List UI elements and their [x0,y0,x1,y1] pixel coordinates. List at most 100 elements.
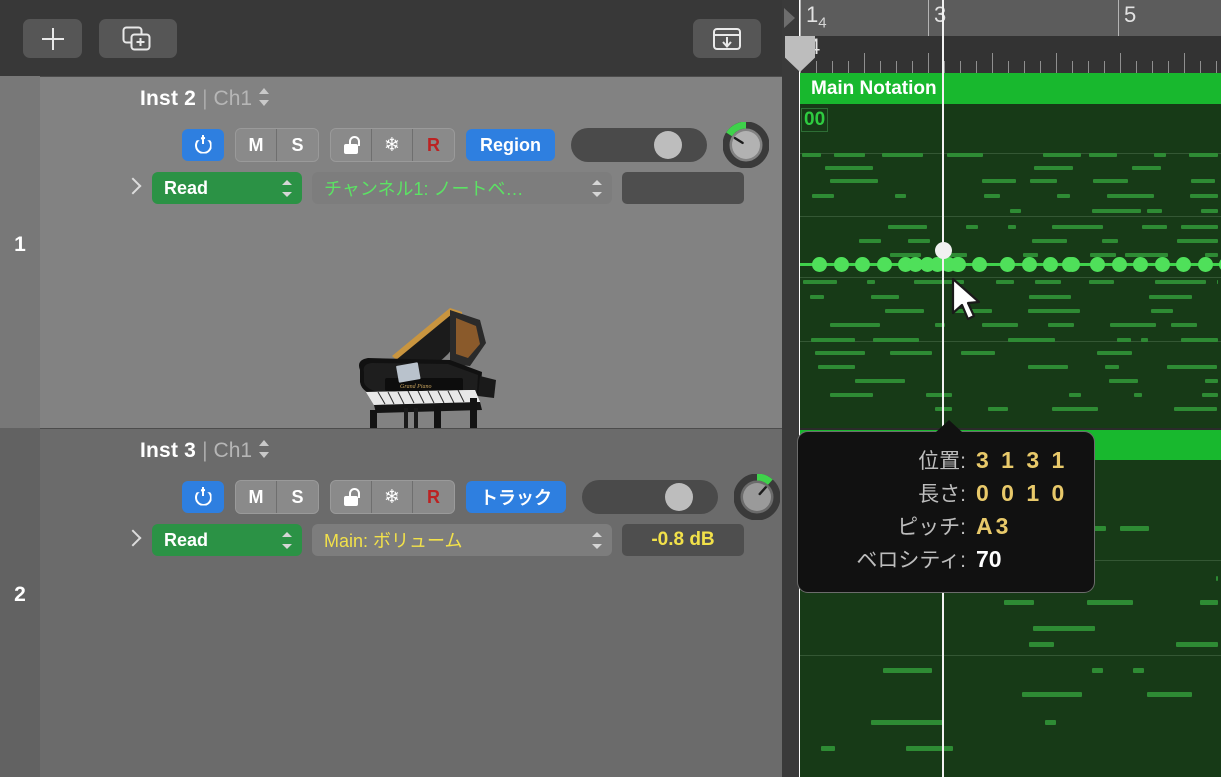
midi-note[interactable] [1189,153,1218,157]
midi-note-dot[interactable] [972,257,987,272]
automation-scope-button[interactable]: トラック [466,481,566,513]
automation-value-field[interactable] [622,172,744,204]
midi-note[interactable] [1216,576,1218,581]
midi-note[interactable] [1190,194,1218,198]
track-name[interactable]: Inst 2 [140,87,196,111]
midi-note[interactable] [803,280,837,284]
midi-note[interactable] [815,351,865,355]
midi-note-dot[interactable] [1043,257,1058,272]
midi-note[interactable] [873,338,919,342]
midi-note[interactable] [926,393,952,397]
midi-note-dot[interactable] [908,257,923,272]
midi-note[interactable] [883,668,932,673]
arrange-area[interactable]: Main Notation 00 Bass Line 14354 [782,0,1221,777]
midi-note[interactable] [1120,526,1149,531]
midi-note[interactable] [1201,209,1218,213]
midi-note[interactable] [1117,338,1131,342]
midi-note[interactable] [1151,309,1173,313]
midi-note[interactable] [882,153,923,157]
track-enable-button[interactable] [182,129,224,161]
automation-value-field[interactable]: -0.8 dB [622,524,744,556]
automation-scope-button[interactable]: Region [466,129,555,161]
midi-note[interactable] [1028,365,1067,369]
midi-note[interactable] [888,225,927,229]
midi-note[interactable] [1045,720,1056,725]
midi-note[interactable] [890,351,932,355]
protect-button[interactable] [331,129,372,161]
midi-note[interactable] [961,351,994,355]
midi-note[interactable] [1034,166,1074,170]
midi-note[interactable] [1110,323,1156,327]
midi-note[interactable] [1174,407,1217,411]
midi-note[interactable] [947,153,982,157]
track-channel[interactable]: Ch1 [214,87,253,111]
midi-note[interactable] [1008,338,1055,342]
track-channel[interactable]: Ch1 [214,439,253,463]
midi-note[interactable] [885,309,924,313]
midi-note[interactable] [1030,179,1057,183]
freeze-button[interactable]: ❄ [372,129,413,161]
midi-note[interactable] [1149,295,1192,299]
channel-stepper-icon[interactable] [258,439,271,459]
midi-note[interactable] [1029,642,1054,647]
solo-button[interactable]: S [277,129,318,161]
volume-slider[interactable] [582,480,718,514]
midi-note[interactable] [1035,280,1060,284]
midi-note[interactable] [895,194,906,198]
midi-note[interactable] [1092,668,1103,673]
midi-note[interactable] [871,295,899,299]
midi-note-dot[interactable] [1022,257,1037,272]
midi-note[interactable] [1090,253,1116,257]
midi-note[interactable] [1102,239,1117,243]
volume-slider-thumb[interactable] [665,483,693,511]
disclosure-triangle-icon[interactable] [118,174,146,202]
midi-note[interactable] [908,239,929,243]
midi-note[interactable] [1043,153,1081,157]
midi-note[interactable] [1105,365,1120,369]
midi-note[interactable] [1181,225,1218,229]
midi-note[interactable] [1176,642,1218,647]
midi-note-dot[interactable] [834,257,849,272]
midi-note[interactable] [1028,309,1079,313]
track-header-2[interactable]: Inst 3 | Ch1 M S [40,428,782,777]
midi-note[interactable] [1008,225,1016,229]
automation-mode-popup[interactable]: Read [152,172,302,204]
midi-note[interactable] [818,365,854,369]
mute-button[interactable]: M [236,481,277,513]
midi-note[interactable] [830,179,879,183]
track-name[interactable]: Inst 3 [140,439,196,463]
midi-note[interactable] [1032,239,1067,243]
track-enable-button[interactable] [182,481,224,513]
volume-slider-thumb[interactable] [654,131,682,159]
solo-button[interactable]: S [277,481,318,513]
midi-note[interactable] [1069,393,1081,397]
midi-note[interactable] [1171,323,1197,327]
midi-note-dot[interactable] [1198,257,1213,272]
midi-note[interactable] [1167,365,1217,369]
midi-note-dot[interactable] [1000,257,1015,272]
midi-note[interactable] [821,746,835,751]
midi-note[interactable] [984,194,1000,198]
protect-button[interactable] [331,481,372,513]
midi-note[interactable] [1154,153,1166,157]
new-track-stack-button[interactable] [99,19,177,58]
midi-note[interactable] [859,239,881,243]
midi-note[interactable] [1004,600,1034,605]
midi-note[interactable] [1093,179,1128,183]
midi-note[interactable] [1134,393,1142,397]
midi-note-dot[interactable] [1090,257,1105,272]
midi-note[interactable] [1191,179,1215,183]
midi-note[interactable] [871,720,944,725]
midi-note[interactable] [1217,280,1218,284]
region-main-notation[interactable]: Main Notation 00 [800,73,1221,428]
track-2-name-row[interactable]: Inst 3 | Ch1 [140,437,271,463]
midi-note[interactable] [1057,194,1069,198]
midi-note[interactable] [906,746,954,751]
record-enable-button[interactable]: R [413,481,454,513]
midi-note[interactable] [1092,209,1140,213]
pan-knob[interactable] [734,474,780,520]
midi-note[interactable] [1177,239,1218,243]
track-1-name-row[interactable]: Inst 2 | Ch1 [140,85,271,111]
midi-note-dot[interactable] [812,257,827,272]
midi-note[interactable] [1097,351,1132,355]
